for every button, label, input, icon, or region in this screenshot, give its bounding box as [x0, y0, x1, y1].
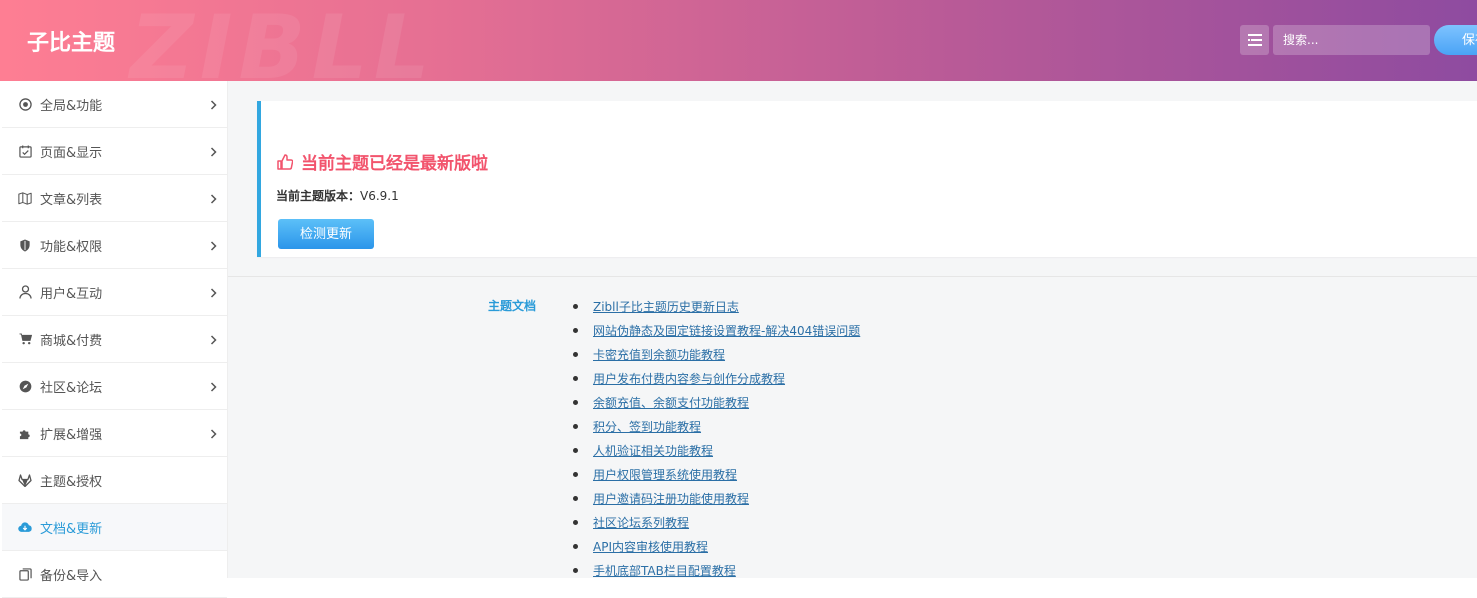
sidebar-item-5[interactable]: 商城&付费	[2, 316, 227, 363]
chevron-right-icon	[210, 380, 217, 396]
doc-link[interactable]: 社区论坛系列教程	[593, 514, 689, 531]
list-item: 卡密充值到余额功能教程	[573, 342, 860, 366]
doc-link[interactable]: 余额充值、余额支付功能教程	[593, 394, 749, 411]
list-item: 用户权限管理系统使用教程	[573, 462, 860, 486]
sidebar-item-0[interactable]: 全局&功能	[2, 81, 227, 128]
gitlab-icon	[18, 473, 32, 487]
update-title-text: 当前主题已经是最新版啦	[301, 154, 488, 174]
thumbs-up-icon	[277, 153, 293, 170]
sidebar-item-label: 社区&论坛	[40, 380, 103, 396]
doc-link[interactable]: 用户发布付费内容参与创作分成教程	[593, 370, 785, 387]
doc-link[interactable]: 卡密充值到余额功能教程	[593, 346, 725, 363]
bullet-icon	[573, 399, 578, 405]
map-icon	[18, 191, 32, 205]
sidebar-item-1[interactable]: 页面&显示	[2, 128, 227, 175]
chevron-right-icon	[210, 239, 217, 255]
sidebar-item-2[interactable]: 文章&列表	[2, 175, 227, 222]
doc-link[interactable]: 人机验证相关功能教程	[593, 442, 713, 459]
bullet-icon	[573, 471, 578, 477]
calendar-check-icon	[18, 144, 32, 158]
bullet-icon	[573, 327, 578, 333]
chevron-right-icon	[210, 98, 217, 114]
sidebar-item-label: 文档&更新	[40, 521, 103, 537]
brand-title: 子比主题	[27, 31, 116, 56]
version-value: V6.9.1	[360, 189, 399, 203]
chevron-right-icon	[210, 286, 217, 302]
list-item: Zibll子比主题历史更新日志	[573, 294, 860, 318]
list-item: 用户邀请码注册功能使用教程	[573, 486, 860, 510]
sidebar-item-10[interactable]: 备份&导入	[2, 551, 227, 598]
list-item: 用户发布付费内容参与创作分成教程	[573, 366, 860, 390]
sidebar-item-label: 用户&互动	[40, 286, 103, 302]
sidebar-item-label: 全局&功能	[40, 98, 103, 114]
list-item: 网站伪静态及固定链接设置教程-解决404错误问题	[573, 318, 860, 342]
sidebar-item-label: 商城&付费	[40, 333, 103, 349]
list-item: 余额充值、余额支付功能教程	[573, 390, 860, 414]
bullet-icon	[573, 447, 578, 453]
compass-icon	[18, 379, 32, 393]
cart-icon	[18, 332, 32, 346]
chevron-right-icon	[210, 145, 217, 161]
sidebar-item-7[interactable]: 扩展&增强	[2, 410, 227, 457]
bullet-icon	[573, 519, 578, 525]
sidebar-item-label: 备份&导入	[40, 568, 103, 584]
chevron-right-icon	[210, 333, 217, 349]
sidebar-item-9[interactable]: 文档&更新	[2, 504, 227, 551]
menu-toggle-button[interactable]	[1240, 25, 1269, 55]
bullet-icon	[573, 567, 578, 573]
bullet-icon	[573, 375, 578, 381]
doc-link[interactable]: 用户邀请码注册功能使用教程	[593, 490, 749, 507]
shield-icon	[18, 238, 32, 252]
list-item: 手机底部TAB栏目配置教程	[573, 558, 860, 582]
copy-icon	[18, 567, 32, 581]
sidebar-item-label: 页面&显示	[40, 145, 103, 161]
cloud-download-icon	[18, 520, 32, 534]
doc-link[interactable]: 手机底部TAB栏目配置教程	[593, 562, 736, 579]
bullet-icon	[573, 423, 578, 429]
sidebar-item-8[interactable]: 主题&授权	[2, 457, 227, 504]
search-input[interactable]	[1273, 25, 1430, 55]
list-item: 人机验证相关功能教程	[573, 438, 860, 462]
bullet-icon	[573, 495, 578, 501]
sidebar-item-label: 文章&列表	[40, 192, 103, 208]
bullet-icon	[573, 351, 578, 357]
list-item: API内容审核使用教程	[573, 534, 860, 558]
list-item: 积分、签到功能教程	[573, 414, 860, 438]
list-icon	[1247, 34, 1262, 46]
bullet-icon	[573, 303, 578, 309]
version-line: 当前主题版本：V6.9.1	[276, 187, 399, 204]
doc-link[interactable]: 用户权限管理系统使用教程	[593, 466, 737, 483]
header-bar: ZIBLL 子比主题 保存	[0, 0, 1477, 81]
chevron-right-icon	[210, 192, 217, 208]
puzzle-icon	[18, 426, 32, 440]
chevron-right-icon	[210, 427, 217, 443]
doc-link[interactable]: Zibll子比主题历史更新日志	[593, 298, 739, 315]
check-update-button[interactable]: 检测更新	[278, 219, 374, 249]
update-title: 当前主题已经是最新版啦	[277, 149, 488, 174]
update-status-card: 当前主题已经是最新版啦 当前主题版本：V6.9.1 检测更新	[257, 101, 1477, 257]
sidebar-item-3[interactable]: 功能&权限	[2, 222, 227, 269]
sidebar-item-6[interactable]: 社区&论坛	[2, 363, 227, 410]
save-button[interactable]: 保存	[1434, 25, 1477, 55]
doc-link[interactable]: 积分、签到功能教程	[593, 418, 701, 435]
target-icon	[18, 97, 32, 111]
docs-label: 主题文档	[488, 299, 537, 313]
doc-link[interactable]: API内容审核使用教程	[593, 538, 708, 555]
bullet-icon	[573, 543, 578, 549]
sidebar-item-label: 功能&权限	[40, 239, 103, 255]
sidebar-item-label: 主题&授权	[40, 474, 103, 490]
divider	[228, 276, 1477, 277]
list-item: 社区论坛系列教程	[573, 510, 860, 534]
docs-link-list: Zibll子比主题历史更新日志网站伪静态及固定链接设置教程-解决404错误问题卡…	[573, 294, 860, 582]
header-watermark: ZIBLL	[130, 0, 436, 81]
user-icon	[18, 285, 32, 299]
doc-link[interactable]: 网站伪静态及固定链接设置教程-解决404错误问题	[593, 322, 860, 339]
sidebar-item-4[interactable]: 用户&互动	[2, 269, 227, 316]
sidebar-item-label: 扩展&增强	[40, 427, 103, 443]
sidebar: 全局&功能页面&显示文章&列表功能&权限用户&互动商城&付费社区&论坛扩展&增强…	[2, 81, 228, 598]
main-content: 当前主题已经是最新版啦 当前主题版本：V6.9.1 检测更新 主题文档 Zibl…	[228, 81, 1477, 578]
version-label: 当前主题版本：	[276, 189, 361, 203]
